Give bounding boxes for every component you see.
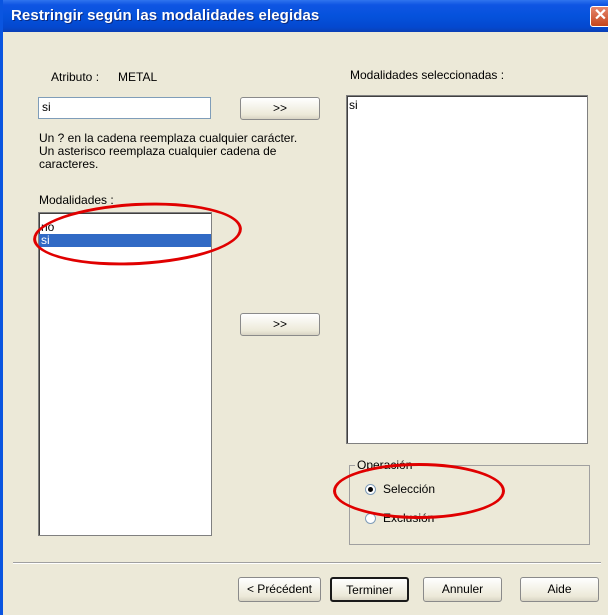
filter-input[interactable]: si [38, 97, 211, 119]
back-button[interactable]: < Précédent [238, 577, 321, 602]
window-title: Restringir según las modalidades elegida… [11, 7, 320, 24]
add-filter-button[interactable]: >> [240, 97, 320, 120]
selected-modalities-list[interactable]: si [346, 95, 588, 444]
cancel-button[interactable]: Annuler [423, 577, 502, 602]
annotation-ellipse [333, 463, 505, 519]
list-item-si[interactable]: si [347, 99, 587, 112]
help-text-line-2: Un asterisco reemplaza cualquier cadena … [39, 144, 277, 158]
help-button[interactable]: Aide [520, 577, 599, 602]
help-text-line-1: Un ? en la cadena reemplaza cualquier ca… [39, 131, 298, 145]
selected-modalities-label: Modalidades seleccionadas : [350, 68, 505, 82]
add-selected-button[interactable]: >> [240, 313, 320, 336]
help-text-line-3: caracteres. [39, 157, 99, 171]
dialog-window: Restringir según las modalidades elegida… [0, 0, 608, 615]
modalities-label: Modalidades : [39, 193, 114, 207]
attribute-label: Atributo : [51, 70, 100, 84]
finish-button[interactable]: Terminer [330, 577, 409, 602]
attribute-value: METAL [118, 70, 158, 84]
title-bar: Restringir según las modalidades elegida… [3, 0, 608, 32]
close-icon[interactable]: ✕ [590, 6, 608, 27]
separator [13, 562, 601, 564]
